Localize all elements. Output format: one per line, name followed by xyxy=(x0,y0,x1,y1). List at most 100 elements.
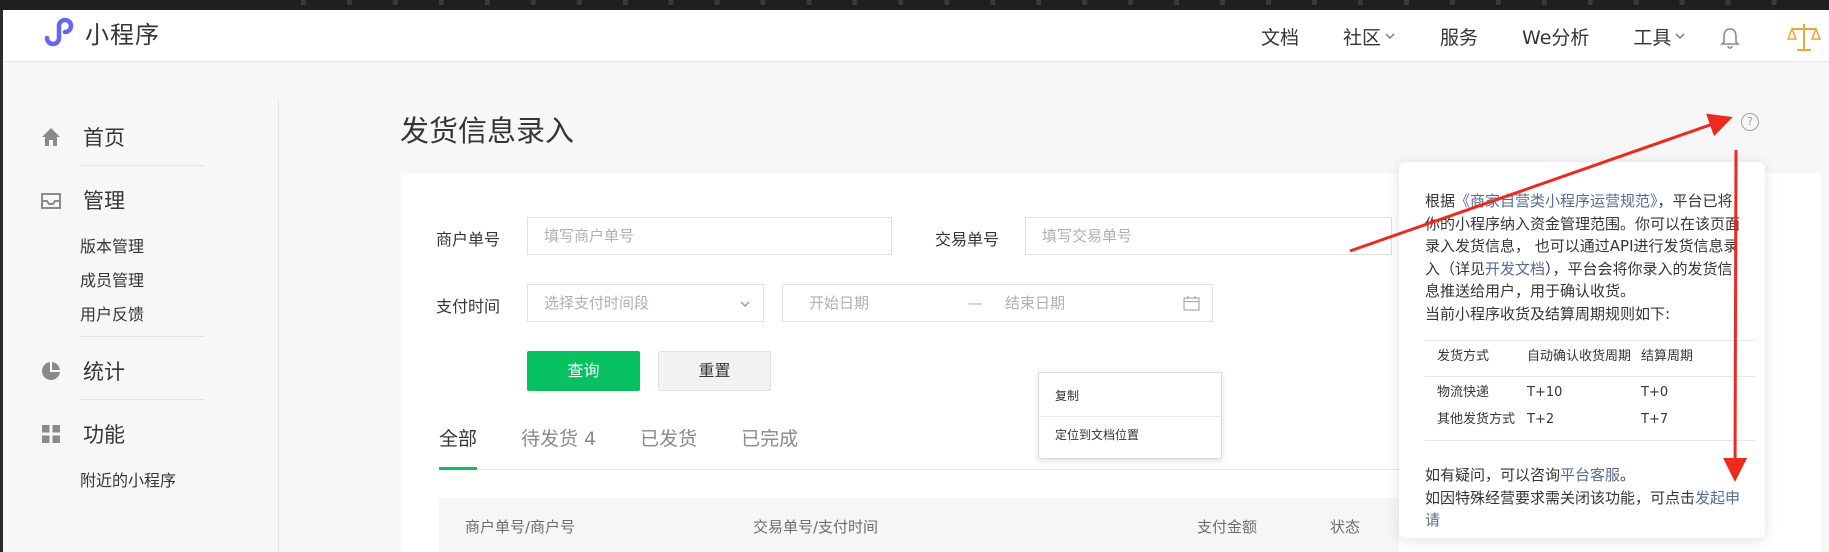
popover-text: 根据 xyxy=(1425,192,1456,210)
merchant-order-label: 商户单号 xyxy=(436,230,501,249)
table-header: 商户单号/商户号 交易单号/支付时间 支付金额 状态 xyxy=(439,498,1399,552)
table-line xyxy=(1425,376,1755,377)
sidebar-item-label: 功能 xyxy=(83,423,125,447)
sidebar-item-home[interactable]: 首页 xyxy=(39,122,125,152)
table-line xyxy=(1425,340,1755,341)
tab-completed[interactable]: 已完成 xyxy=(741,424,798,451)
chevron-down-icon xyxy=(740,301,750,307)
inbox-icon xyxy=(41,193,61,209)
cell: 物流快递 xyxy=(1437,385,1490,400)
window-toolbar-strip: ▪ ▪ ▪ ▪ ▪ ▪ ▪ ▪ ▪ ▪ ▪ ▪ ▪ ▪ ▪ ▪ ▪ ▪ ▪ ▪ … xyxy=(0,0,1829,10)
table-row: 物流快递 T+10 T+0 xyxy=(1425,382,1755,406)
context-separator xyxy=(1039,416,1221,417)
divider xyxy=(80,165,204,166)
cell: T+2 xyxy=(1527,412,1555,427)
divider xyxy=(80,399,204,400)
customer-service-link[interactable]: 平台客服 xyxy=(1560,466,1620,484)
scale-icon[interactable] xyxy=(1787,20,1821,54)
sidebar-item-nearby[interactable]: 附近的小程序 xyxy=(80,467,176,491)
tab-all[interactable]: 全部 xyxy=(439,424,477,451)
divider xyxy=(80,336,204,337)
cell: T+7 xyxy=(1641,412,1669,427)
sidebar-item-members[interactable]: 成员管理 xyxy=(80,267,144,291)
transaction-input[interactable]: 填写交易单号 xyxy=(1025,217,1392,255)
nav-services-label: 服务 xyxy=(1440,26,1479,49)
sidebar-item-label: 首页 xyxy=(83,126,125,150)
toolbar-icons: ▪ ▪ ▪ ▪ ▪ ▪ ▪ ▪ ▪ ▪ ▪ ▪ ▪ ▪ ▪ ▪ ▪ ▪ ▪ ▪ … xyxy=(300,0,1796,8)
popover-text: 如有疑问，可以咨询 xyxy=(1425,466,1561,484)
sidebar-item-label: 管理 xyxy=(83,189,125,213)
query-button[interactable]: 查询 xyxy=(527,351,640,391)
nav-docs[interactable]: 文档 xyxy=(1261,23,1299,50)
col-amount: 支付金额 xyxy=(1197,518,1258,536)
tab-pending[interactable]: 待发货 4 xyxy=(521,424,596,451)
help-icon[interactable]: ? xyxy=(1741,113,1759,131)
nav-community-label: 社区 xyxy=(1343,26,1382,49)
help-popover: 根据《商家自营类小程序运营规范》，平台已将你的小程序纳入资金管理范围。你可以在该… xyxy=(1399,162,1765,538)
sidebar-item-stats[interactable]: 统计 xyxy=(39,356,125,386)
th-auto-confirm: 自动确认收货周期 xyxy=(1527,349,1632,364)
top-header: 小程序 文档 社区 服务 We分析 工具 xyxy=(3,10,1829,62)
reset-button[interactable]: 重置 xyxy=(658,351,771,391)
popover-footer: 如有疑问，可以咨询平台客服。 如因特殊经营要求需关闭该功能，可点击发起申请 xyxy=(1425,464,1755,532)
nav-docs-label: 文档 xyxy=(1261,26,1300,49)
context-copy[interactable]: 复制 xyxy=(1055,387,1079,404)
logo[interactable]: 小程序 xyxy=(39,14,160,50)
nav-community[interactable]: 社区 xyxy=(1343,23,1396,50)
calendar-icon xyxy=(1183,296,1200,311)
nav-tools-label: 工具 xyxy=(1633,26,1672,49)
ops-spec-link[interactable]: 《商家自营类小程序运营规范》 xyxy=(1455,192,1658,210)
th-ship-method: 发货方式 xyxy=(1437,349,1490,364)
home-icon xyxy=(42,128,60,146)
pay-time-label: 支付时间 xyxy=(436,297,501,316)
pay-time-select[interactable]: 选择支付时间段 xyxy=(527,284,764,322)
popover-description: 根据《商家自营类小程序运营规范》，平台已将你的小程序纳入资金管理范围。你可以在该… xyxy=(1425,190,1747,325)
th-settlement: 结算周期 xyxy=(1641,349,1694,364)
sidebar-item-version[interactable]: 版本管理 xyxy=(80,233,144,257)
chevron-down-icon xyxy=(1675,33,1685,39)
table-header-row: 发货方式 自动确认收货周期 结算周期 xyxy=(1425,346,1755,370)
grid-icon xyxy=(42,425,60,443)
context-menu: 复制 定位到文档位置 xyxy=(1038,372,1222,459)
app-frame: 小程序 文档 社区 服务 We分析 工具 首页 管理 版本管理 成员管理 用户反… xyxy=(3,10,1829,552)
nav-we-analytics-label: We分析 xyxy=(1522,26,1590,49)
end-date-placeholder: 结束日期 xyxy=(1005,294,1066,312)
tab-shipped[interactable]: 已发货 xyxy=(640,424,697,451)
popover-text: 如因特殊经营要求需关闭该功能，可点击 xyxy=(1425,488,1696,507)
sidebar-item-feedback[interactable]: 用户反馈 xyxy=(80,301,144,325)
sidebar-item-features[interactable]: 功能 xyxy=(39,419,125,449)
bell-icon[interactable] xyxy=(1719,26,1741,50)
context-locate-doc[interactable]: 定位到文档位置 xyxy=(1055,426,1139,443)
transaction-label: 交易单号 xyxy=(935,230,1000,249)
col-transaction: 交易单号/支付时间 xyxy=(753,518,879,536)
start-date-placeholder: 开始日期 xyxy=(809,294,870,312)
status-tabs: 全部 待发货 4 已发货 已完成 xyxy=(439,424,798,451)
col-status: 状态 xyxy=(1330,518,1361,536)
sidebar: 首页 管理 版本管理 成员管理 用户反馈 统计 功能 附近的小程序 xyxy=(3,62,281,552)
popover-rules-intro: 当前小程序收货及结算周期规则如下: xyxy=(1425,304,1671,323)
nav-tools[interactable]: 工具 xyxy=(1633,23,1686,50)
date-range-picker[interactable]: 开始日期 — 结束日期 xyxy=(782,284,1213,322)
merchant-order-input[interactable]: 填写商户单号 xyxy=(527,217,892,255)
pie-chart-icon xyxy=(42,362,60,380)
sidebar-divider xyxy=(278,98,279,552)
mini-program-logo-icon xyxy=(44,17,74,47)
nav-we-analytics[interactable]: We分析 xyxy=(1522,23,1589,50)
pay-time-select-value: 选择支付时间段 xyxy=(544,294,650,312)
dev-doc-link[interactable]: 开发文档 xyxy=(1485,260,1545,278)
app-name: 小程序 xyxy=(85,20,160,49)
col-merchant: 商户单号/商户号 xyxy=(465,518,576,536)
sidebar-item-manage[interactable]: 管理 xyxy=(39,185,125,215)
table-row: 其他发货方式 T+2 T+7 xyxy=(1425,409,1755,433)
popover-text: 。 xyxy=(1620,466,1636,484)
page-title: 发货信息录入 xyxy=(400,114,575,148)
active-tab-indicator xyxy=(439,467,477,470)
nav-services[interactable]: 服务 xyxy=(1440,23,1478,50)
tab-divider xyxy=(439,469,1399,470)
chevron-down-icon xyxy=(1385,33,1395,39)
top-nav: 文档 社区 服务 We分析 工具 xyxy=(1261,10,1730,62)
cell: T+0 xyxy=(1641,385,1669,400)
cell: T+10 xyxy=(1527,385,1563,400)
table-line xyxy=(1425,440,1755,441)
sidebar-item-label: 统计 xyxy=(83,360,125,384)
